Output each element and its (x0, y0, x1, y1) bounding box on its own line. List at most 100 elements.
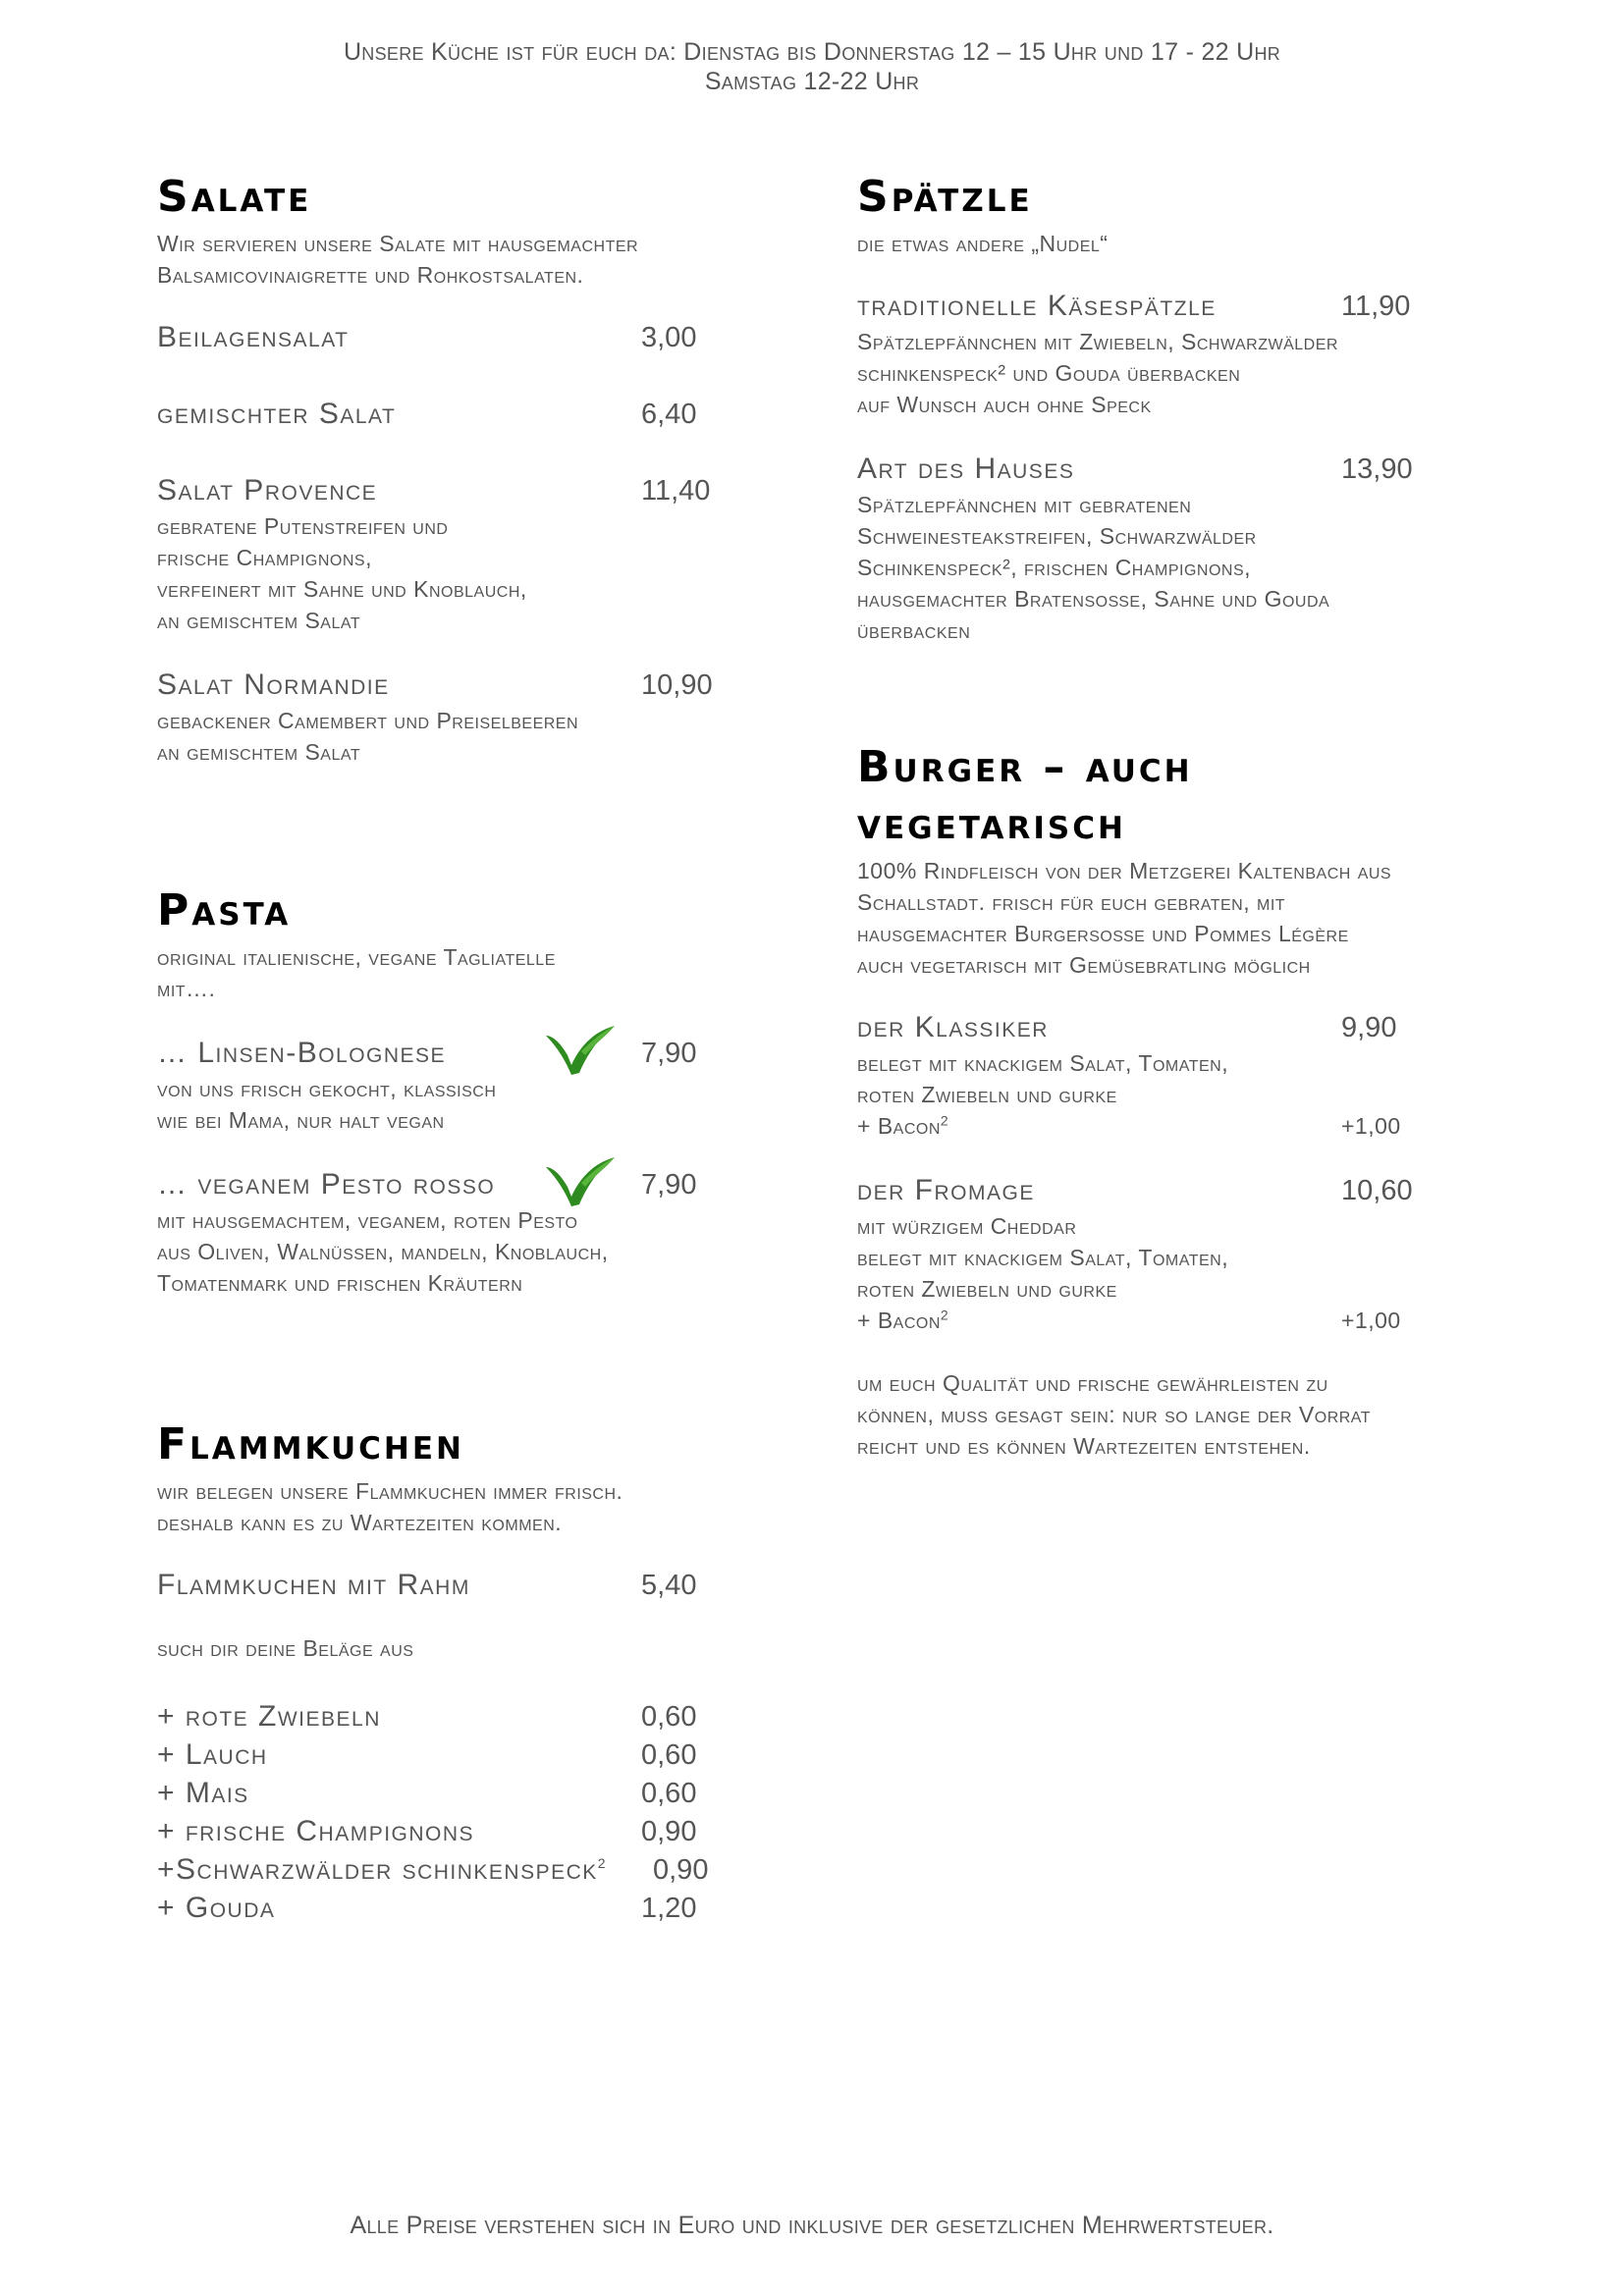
topping-price: 0,60 (641, 1778, 697, 1809)
section-title-salate: Salate (157, 172, 312, 222)
desc-line: Schallstadt. frisch für euch gebraten, m… (857, 889, 1286, 915)
menu-item-beilagensalat: Beilagensalat 3,00 (157, 318, 746, 357)
menu-item-linsen-bolognese: … Linsen-Bolognese 7,90 von uns frisch g… (157, 1026, 746, 1136)
topping-price: 0,90 (653, 1854, 709, 1886)
section-title-burger: Burger – auch vegetarisch (857, 739, 1495, 853)
right-column: Spätzle die etwas andere „Nudel“ traditi… (857, 169, 1495, 1462)
title-line: vegetarisch (857, 799, 1126, 849)
opening-hours-line2: Samstag 12-22 Uhr (704, 68, 920, 95)
note-line: um euch Qualität und frische gewährleist… (857, 1370, 1328, 1396)
addon-row: + Bacon2 +1,00 (857, 1110, 1495, 1142)
section-pasta: Pasta original italienische, vegane Tagl… (157, 882, 746, 1299)
price-footer: Alle Preise verstehen sich in Euro und i… (350, 2212, 1274, 2239)
menu-item-salat-normandie: Salat Normandie 10,90 gebackener Camembe… (157, 666, 746, 768)
topping-price: 1,20 (641, 1893, 697, 1924)
title-line: Burger – auch (857, 742, 1193, 792)
note-line: reicht und es können Wartezeiten entsteh… (857, 1433, 1311, 1459)
topping-price: 0,60 (641, 1739, 697, 1771)
note-line: können, muss gesagt sein: nur so lange d… (857, 1402, 1372, 1427)
desc-line: Spätzlepfännchen mit Zwiebeln, Schwarzwä… (857, 329, 1338, 354)
vegan-v-leaf-icon (546, 1157, 615, 1206)
item-desc: von uns frisch gekocht, klassisch wie be… (157, 1073, 746, 1136)
item-price: 9,90 (1341, 1012, 1397, 1043)
desc-line: hausgemachter Bratensoße, Sahne und Goud… (857, 586, 1330, 612)
section-title-spaetzle: Spätzle (857, 172, 1033, 222)
topping-row: + Lauch 0,60 (157, 1735, 746, 1774)
desc-line: schinkenspeck² und Gouda überbacken (857, 360, 1241, 386)
item-price: 7,90 (641, 1169, 697, 1201)
desc-line: mit…. (157, 976, 216, 1001)
desc-line: überbacken (857, 617, 971, 643)
addon-price: +1,00 (1341, 1308, 1401, 1333)
section-salate: Salate Wir servieren unsere Salate mit h… (157, 169, 746, 768)
topping-row: +Schwarzwälder schinkenspeck2 0,90 (157, 1850, 746, 1889)
footnote-marker: 2 (940, 1307, 949, 1323)
section-desc-pasta: original italienische, vegane Tagliatell… (157, 941, 746, 1004)
item-price: 10,60 (1341, 1175, 1413, 1206)
section-desc-burger: 100% Rindfleisch von der Metzgerei Kalte… (857, 855, 1495, 981)
desc-line: an gemischtem Salat (157, 739, 361, 765)
topping-price: 0,60 (641, 1701, 697, 1733)
section-desc-flammkuchen: wir belegen unsere Flammkuchen immer fri… (157, 1475, 746, 1538)
opening-hours-line1: Unsere Küche ist für euch da: Dienstag b… (343, 38, 1281, 66)
item-price: 11,40 (641, 475, 711, 507)
section-desc-salate: Wir servieren unsere Salate mit hausgema… (157, 228, 746, 291)
desc-line: roten Zwiebeln und gurke (857, 1276, 1117, 1302)
topping-name: + rote Zwiebeln (157, 1700, 381, 1733)
item-desc: belegt mit knackigem Salat, Tomaten, rot… (857, 1047, 1495, 1110)
toppings-intro: such dir deine Beläge aus (157, 1635, 414, 1661)
desc-line: belegt mit knackigem Salat, Tomaten, (857, 1245, 1229, 1270)
desc-line: wir belegen unsere Flammkuchen immer fri… (157, 1478, 623, 1504)
section-desc-spaetzle: die etwas andere „Nudel“ (857, 231, 1109, 256)
desc-line: Spätzlepfännchen mit gebratenen (857, 492, 1192, 517)
section-flammkuchen: Flammkuchen wir belegen unsere Flammkuch… (157, 1416, 746, 1927)
menu-item-gemischter-salat: gemischter Salat 6,40 (157, 395, 746, 434)
topping-price: 0,90 (641, 1816, 697, 1847)
topping-row: + frische Champignons 0,90 (157, 1812, 746, 1850)
desc-line: Schinkenspeck², frischen Champignons, (857, 555, 1252, 580)
topping-name: + Gouda (157, 1892, 276, 1924)
addon-row: + Bacon2 +1,00 (857, 1305, 1495, 1336)
desc-line: Balsamicovinaigrette und Rohkostsalaten. (157, 262, 584, 288)
item-desc: mit würzigem Cheddar belegt mit knackige… (857, 1210, 1495, 1305)
desc-line: Schweinesteakstreifen, Schwarzwälder (857, 523, 1257, 549)
topping-name: + Lauch (157, 1738, 268, 1771)
menu-item-art-des-hauses: Art des Hauses 13,90 Spätzlepfännchen mi… (857, 450, 1495, 646)
addon-name: + Bacon (857, 1308, 941, 1333)
desc-line: an gemischtem Salat (157, 608, 361, 633)
item-price: 3,00 (641, 322, 697, 353)
item-desc: gebackener Camembert und Preiselbeeren a… (157, 705, 746, 768)
desc-line: belegt mit knackigem Salat, Tomaten, (857, 1050, 1229, 1076)
vegan-v-leaf-icon (546, 1026, 615, 1075)
item-desc: gebratene Putenstreifen und frische Cham… (157, 510, 746, 636)
addon-price: +1,00 (1341, 1113, 1401, 1139)
desc-line: verfeinert mit Sahne und Knoblauch, (157, 576, 527, 602)
menu-item-klassiker: der Klassiker 9,90 belegt mit knackigem … (857, 1008, 1495, 1142)
availability-note: um euch Qualität und frische gewährleist… (857, 1367, 1495, 1462)
toppings-list: + rote Zwiebeln 0,60 + Lauch 0,60 + Mais… (157, 1697, 746, 1927)
item-desc: Spätzlepfännchen mit Zwiebeln, Schwarzwä… (857, 326, 1495, 420)
desc-line: mit würzigem Cheddar (857, 1213, 1077, 1239)
menu-item-flammkuchen-rahm: Flammkuchen mit Rahm 5,40 (157, 1566, 746, 1605)
menu-item-kaesespaetzle: traditionelle Käsespätzle 11,90 Spätzlep… (857, 287, 1495, 420)
footnote-marker: 2 (940, 1112, 949, 1129)
menu-item-fromage: der Fromage 10,60 mit würzigem Cheddar b… (857, 1171, 1495, 1336)
left-column: Salate Wir servieren unsere Salate mit h… (157, 169, 746, 1927)
item-price: 7,90 (641, 1038, 697, 1069)
desc-line: 100% Rindfleisch von der Metzgerei Kalte… (857, 858, 1392, 883)
desc-line: mit hausgemachtem, veganem, roten Pesto (157, 1207, 578, 1233)
topping-name: +Schwarzwälder schinkenspeck (157, 1853, 598, 1886)
topping-row: + Mais 0,60 (157, 1774, 746, 1812)
menu-item-pesto-rosso: … veganem Pesto rosso 7,90 mit hausgemac… (157, 1157, 746, 1299)
topping-row: + rote Zwiebeln 0,60 (157, 1697, 746, 1735)
desc-line: von uns frisch gekocht, klassisch (157, 1076, 497, 1101)
desc-line: Wir servieren unsere Salate mit hausgema… (157, 231, 639, 256)
section-title-pasta: Pasta (157, 885, 292, 935)
desc-line: deshalb kann es zu Wartezeiten kommen. (157, 1510, 563, 1535)
topping-row: + Gouda 1,20 (157, 1889, 746, 1927)
item-name: der Klassiker (857, 1011, 1049, 1043)
item-price: 6,40 (641, 399, 697, 430)
desc-line: original italienische, vegane Tagliatell… (157, 944, 556, 970)
topping-name: + Mais (157, 1777, 249, 1809)
desc-line: auf Wunsch auch ohne Speck (857, 392, 1152, 417)
